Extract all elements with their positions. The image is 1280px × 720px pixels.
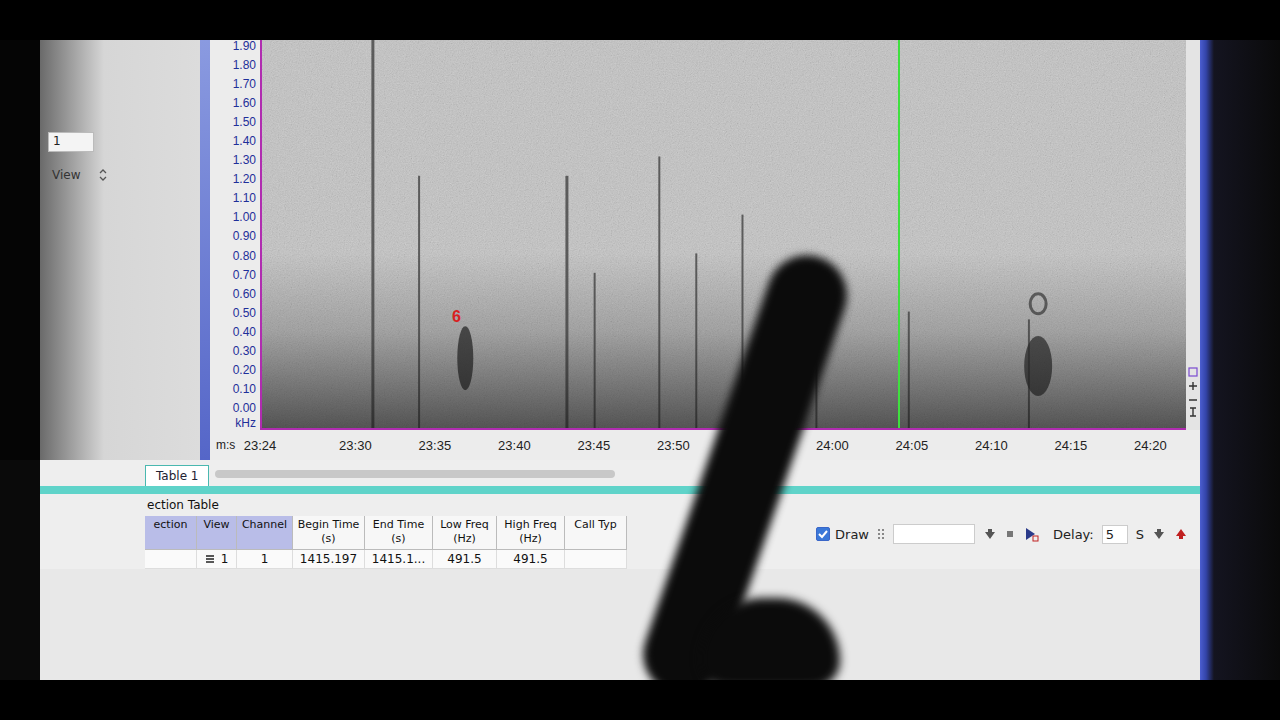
updown-icon (98, 168, 108, 182)
y-tick: 1.10 (233, 192, 256, 204)
column-header[interactable]: Begin Time (s) (293, 516, 365, 550)
spectrogram-view: 1.90 1.80 1.70 1.60 1.50 1.40 1.30 1.20 1.10 1.00… (210, 40, 1200, 460)
low-frequency-noise (262, 40, 1186, 428)
y-tick: 0.40 (233, 326, 256, 338)
playback-cursor[interactable] (898, 40, 900, 428)
delay-field[interactable]: 5 (1102, 525, 1128, 544)
y-tick: 0.80 (233, 250, 256, 262)
table-empty-area (40, 569, 1200, 680)
x-tick: 24:20 (1134, 438, 1167, 453)
x-tick: 24:15 (1055, 438, 1088, 453)
x-tick: 24:05 (896, 438, 929, 453)
y-tick: 0.30 (233, 345, 256, 357)
y-tick: 1.90 (233, 40, 256, 52)
menu-icon (205, 554, 215, 564)
y-tick: 1.20 (233, 173, 256, 185)
x-tick: 23:30 (339, 438, 372, 453)
zoom-icon (1187, 364, 1199, 424)
x-axis-unit: m:s (216, 438, 235, 452)
delay-label: Delay: (1053, 527, 1094, 542)
y-tick: 1.50 (233, 116, 256, 128)
x-tick: 23:50 (657, 438, 690, 453)
table-cell: 491.5 (433, 550, 497, 569)
top-letterbox (0, 0, 1280, 40)
tab-underline (40, 486, 1200, 494)
y-unit: kHz (235, 416, 256, 430)
spectrogram[interactable]: 6 (260, 40, 1186, 430)
horizontal-scrollbar[interactable] (215, 470, 615, 478)
x-tick: 23:35 (419, 438, 452, 453)
column-header[interactable]: View (197, 516, 237, 550)
table-cell: 1 (197, 550, 237, 569)
vertical-zoom-bar[interactable] (1186, 40, 1200, 430)
y-tick: 0.10 (233, 383, 256, 395)
down-arrow-icon[interactable] (1152, 527, 1166, 541)
table-cell (145, 550, 197, 569)
table-cell: 1 (237, 550, 293, 569)
bottom-letterbox (0, 680, 1280, 720)
channel-field[interactable]: 1 (48, 132, 94, 152)
check-icon (817, 528, 829, 540)
y-tick: 1.30 (233, 154, 256, 166)
column-header[interactable]: Call Typ (565, 516, 627, 550)
draw-toggle[interactable]: Draw (816, 527, 869, 542)
delay-unit: S (1136, 527, 1144, 542)
view-border (200, 40, 210, 460)
monitor-bezel (1200, 40, 1280, 680)
y-tick: 1.40 (233, 135, 256, 147)
left-panel: 1 View (40, 40, 200, 460)
y-tick: 1.60 (233, 97, 256, 109)
y-tick: 0.50 (233, 307, 256, 319)
y-axis: 1.90 1.80 1.70 1.60 1.50 1.40 1.30 1.20 1.10 1.00… (210, 40, 260, 430)
x-tick: 23:45 (578, 438, 611, 453)
table-cell: 491.5 (497, 550, 565, 569)
table-cell: 1415.197 (293, 550, 365, 569)
x-axis: m:s 23:24 23:30 23:35 23:40 23:45 23:50 24:00 24… (210, 430, 1200, 460)
column-header[interactable]: End Time (s) (365, 516, 433, 550)
draw-checkbox[interactable] (816, 527, 830, 541)
y-tick: 1.80 (233, 59, 256, 71)
column-header[interactable]: Channel (237, 516, 293, 550)
table-tab[interactable]: Table 1 (145, 465, 209, 486)
view-dropdown[interactable]: View (48, 166, 166, 184)
stop-icon[interactable] (1005, 527, 1015, 541)
y-tick: 1.00 (233, 211, 256, 223)
search-field[interactable] (893, 524, 975, 544)
table-title: ection Table (145, 494, 1200, 516)
y-tick: 0.00 (233, 402, 256, 414)
table-controls: Draw Delay: 5S (816, 516, 1188, 544)
y-tick: 0.60 (233, 288, 256, 300)
grip-icon[interactable] (877, 527, 885, 541)
y-tick: 0.70 (233, 269, 256, 281)
hand-shadow (0, 40, 40, 460)
table-cell: 1415.1... (365, 550, 433, 569)
play-icon[interactable] (1023, 526, 1039, 542)
x-tick: 23:40 (498, 438, 531, 453)
x-tick: 23:24 (244, 438, 277, 453)
table-cell (565, 550, 627, 569)
photo-frame: 1View1.901.801.701.601.501.401.301.201.1… (0, 0, 1280, 720)
y-tick: 1.70 (233, 78, 256, 90)
y-tick: 0.90 (233, 230, 256, 242)
column-header[interactable]: ection (145, 516, 197, 550)
selection-label[interactable]: 6 (452, 308, 461, 326)
x-tick: 24:00 (816, 438, 849, 453)
down-arrow-icon[interactable] (983, 527, 997, 541)
x-tick: 24:10 (975, 438, 1008, 453)
column-header[interactable]: Low Freq (Hz) (433, 516, 497, 550)
table-row[interactable]: 111415.1971415.1...491.5491.5 (145, 550, 627, 569)
table-panel: Table 1 ection TableectionViewChannelBegi… (40, 460, 1200, 680)
selection-table: ectionViewChannelBegin Time (s)End Time … (145, 516, 627, 569)
y-tick: 0.20 (233, 364, 256, 376)
column-header[interactable]: High Freq (Hz) (497, 516, 565, 550)
raven-window: 1View1.901.801.701.601.501.401.301.201.1… (0, 40, 1280, 680)
up-arrow-icon[interactable] (1174, 527, 1188, 541)
